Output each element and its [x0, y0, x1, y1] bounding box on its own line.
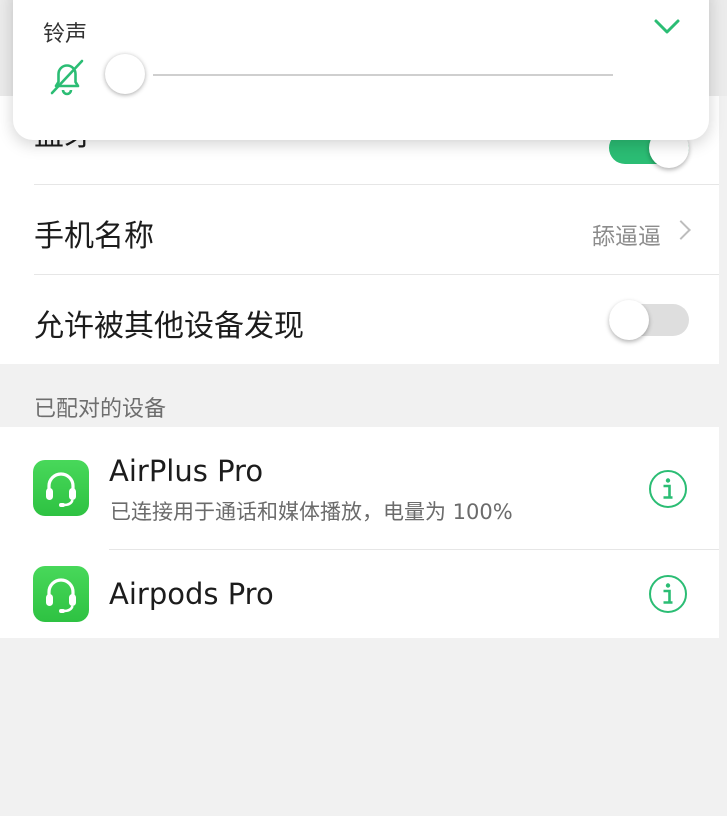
device-name-label: 手机名称: [34, 219, 154, 254]
paired-device-item[interactable]: Airpods Pro: [0, 550, 719, 638]
device-name: AirPlus Pro: [109, 454, 264, 488]
info-icon[interactable]: [648, 574, 688, 614]
volume-track[interactable]: [153, 74, 613, 76]
device-status: 已连接用于通话和媒体播放，电量为 100%: [110, 500, 513, 524]
headset-icon: [33, 566, 89, 622]
discoverable-toggle[interactable]: [609, 300, 689, 340]
discoverable-label: 允许被其他设备发现: [34, 309, 304, 344]
device-name-row[interactable]: 手机名称 舔逼逼: [0, 185, 719, 274]
device-name: Airpods Pro: [109, 577, 274, 611]
discoverable-row[interactable]: 允许被其他设备发现: [0, 275, 719, 364]
chevron-right-icon: [671, 220, 691, 240]
paired-devices-header: 已配对的设备: [34, 397, 167, 422]
chevron-down-icon[interactable]: [653, 18, 681, 36]
device-name-value: 舔逼逼: [592, 224, 661, 250]
bell-off-icon[interactable]: [48, 57, 86, 97]
paired-device-item[interactable]: AirPlus Pro: [0, 427, 719, 549]
headset-icon: [33, 460, 89, 516]
volume-slider-thumb[interactable]: [105, 54, 145, 94]
volume-panel: 铃声: [13, 0, 709, 140]
info-icon[interactable]: [648, 469, 688, 509]
volume-title: 铃声: [43, 22, 88, 47]
